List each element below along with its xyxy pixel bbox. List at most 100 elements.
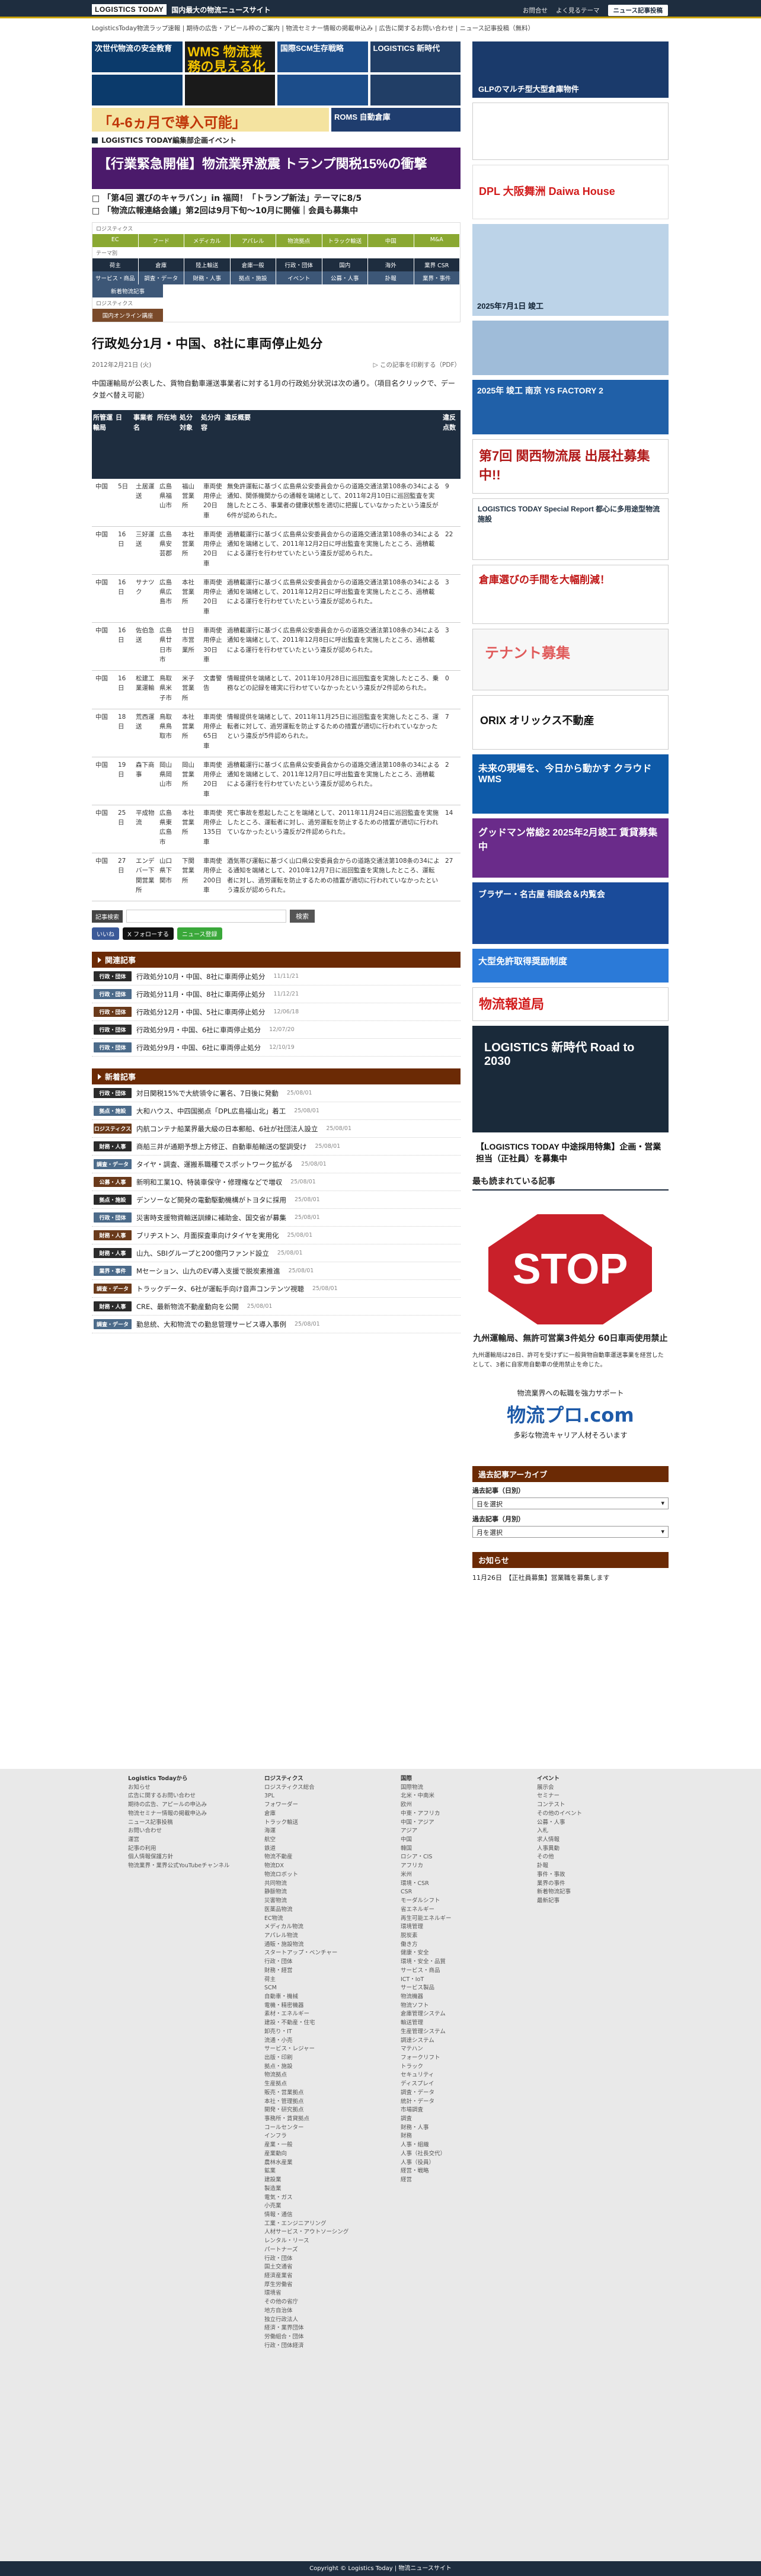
list-item[interactable]: 行政・団体 行政処分9月・中国、6社に車両停止処分 12/10/19 [92,1039,461,1057]
list-item[interactable]: 財務・人事 ブリヂストン、月面探査車向けタイヤを実用化 25/08/01 [92,1227,461,1245]
list-item-title[interactable]: CRE、最新物流不動産動向を公開 [136,1302,239,1311]
list-item[interactable]: 調査・データ トラックデータ、6社が運転手向け音声コンテンツ視聴 25/08/01 [92,1280,461,1298]
footer-link[interactable]: 静脈物流 [264,1888,368,1897]
category-link[interactable]: 荷主 [92,258,139,271]
footer-link[interactable]: アフリカ [401,1862,504,1871]
footer-link[interactable]: 物流ソフト [401,2002,504,2011]
category-link[interactable]: アパレル [231,234,276,247]
table-column-header[interactable]: 違反概要 [223,409,442,479]
category-link[interactable]: 訃報 [368,271,414,284]
footer-link[interactable]: 環境・CSR [401,1880,504,1889]
sidebar-banner-tenant[interactable]: テナント募集 [472,629,669,690]
footer-link[interactable]: 個人情報保護方針 [128,1853,232,1862]
list-item-title[interactable]: 行政処分9月・中国、6社に車両停止処分 [136,1025,261,1035]
banner-promo-event[interactable]: 【行業緊急開催】物流業界激震 トランプ関税15%の衝撃 [92,148,461,189]
sidebar-banner-recruit[interactable]: 【LOGISTICS TODAY 中途採用特集】企画・営業担当（正社員）を募集中 [472,1137,669,1170]
footer-link[interactable]: 調査・データ [401,2089,504,2098]
footer-link[interactable]: 米州 [401,1871,504,1880]
list-item-title[interactable]: 勤怠統、大和物流での勤怠管理サービス導入事例 [136,1320,286,1329]
sidebar-banner-glp[interactable]: GLPのマルチ型大型倉庫物件 [472,41,669,98]
footer-link[interactable]: 輸送管理 [401,2019,504,2028]
footer-link[interactable]: CSR [401,1888,504,1897]
footer-link[interactable]: 荷主 [264,1976,368,1985]
footer-link[interactable]: 物流業界・業界公式YouTubeチャンネル [128,1862,232,1871]
footer-link[interactable]: 鉱業 [264,2167,368,2176]
sidebar-banner-building-1[interactable]: 2025年7月1日 竣工 [472,224,669,316]
footer-link[interactable]: ニュース記事投稿 [128,1819,232,1828]
print-link[interactable]: ▷ この記事を印刷する（PDF） [373,360,461,369]
footer-link[interactable]: 市場調査 [401,2106,504,2115]
x-follow-button[interactable]: X フォローする [123,927,174,940]
contact-link[interactable]: お問合せ [523,6,548,15]
footer-link[interactable]: インフラ [264,2132,368,2141]
footer-link[interactable]: 物流DX [264,1862,368,1871]
category-link[interactable]: 業界・事件 [414,271,460,284]
archive-day-select[interactable]: 日を選択 ▾ [472,1497,669,1509]
footer-link[interactable]: レンタル・リース [264,2237,368,2246]
footer-link[interactable]: 経済・業界団体 [264,2324,368,2333]
footer-link[interactable]: 出版・印刷 [264,2054,368,2063]
footer-link[interactable]: 環境省 [264,2289,368,2298]
event-headline[interactable]: □ 「第4回 選びのキャラバン」in 福岡！「トランプ新法」テーマに8/5 [92,193,461,205]
list-item-title[interactable]: トラックデータ、6社が運転手向け音声コンテンツ視聴 [136,1284,304,1294]
footer-link[interactable]: 物流ロボット [264,1871,368,1880]
category-link[interactable]: 倉庫 [139,258,184,271]
sidebar-banner-new-era[interactable]: LOGISTICS 新時代 Road to 2030 [472,1026,669,1132]
list-item[interactable]: 拠点・施設 大和ハウス、中四国拠点「DPL広島福山北」着工 25/08/01 [92,1102,461,1121]
footer-link[interactable]: 人事（社長交代） [401,2150,504,2159]
footer-link[interactable]: 物流セミナー情報の掲載申込み [128,1810,232,1819]
footer-link[interactable]: SCM [264,1984,368,1993]
table-column-header[interactable]: 事業者名 [132,409,156,479]
footer-link[interactable]: 自動車・機械 [264,1993,368,2002]
list-item[interactable]: 財務・人事 CRE、最新物流不動産動向を公開 25/08/01 [92,1298,461,1316]
footer-link[interactable]: 調査 [401,2115,504,2124]
banner-wms-2[interactable] [184,75,275,105]
footer-link[interactable]: コンテスト [537,1801,641,1810]
stop-sign-image[interactable]: STOP [488,1214,652,1324]
list-item-title[interactable]: Mセーション、山九のEV導入支援で脱炭素推進 [136,1266,280,1276]
footer-link[interactable]: 入札 [537,1827,641,1836]
list-item[interactable]: 行政・団体 行政処分11月・中国、8社に車両停止処分 11/12/21 [92,985,461,1004]
table-column-header[interactable]: 処分対象 [178,409,200,479]
footer-link[interactable]: イベント [537,1775,641,1784]
footer-link[interactable]: サービス製品 [401,1984,504,1993]
sidebar-banner-cloud-wms[interactable]: 未来の現場を、今日から動かす クラウドWMS [472,754,669,814]
footer-link[interactable]: 欧州 [401,1801,504,1810]
footer-link[interactable]: 展示会 [537,1784,641,1793]
footer-link[interactable]: 訃報 [537,1862,641,1871]
footer-link[interactable]: 人事・組織 [401,2141,504,2150]
footer-link[interactable]: 中東・アフリカ [401,1810,504,1819]
table-column-header[interactable]: 違反点数 [442,409,461,479]
category-link[interactable]: 国内オンライン講座 [92,309,164,322]
footer-link[interactable]: 記事の利用 [128,1845,232,1854]
footer-link[interactable]: フォークリフト [401,2054,504,2063]
list-item[interactable]: 行政・団体 行政処分10月・中国、8社に車両停止処分 11/11/21 [92,968,461,986]
footer-link[interactable]: 農林水産業 [264,2159,368,2168]
list-item-title[interactable]: 対日関税15%で大統領令に署名、7日後に発動 [136,1089,279,1098]
footer-link[interactable]: サービス・レジャー [264,2045,368,2054]
sidebar-banner-brother[interactable]: ブラザー・名古屋 相談会＆内覧会 [472,882,669,944]
search-button[interactable]: 検索 [290,910,315,923]
footer-link[interactable]: ロシア・CIS [401,1853,504,1862]
footer-link[interactable]: 販売・営業拠点 [264,2089,368,2098]
footer-link[interactable]: その他のイベント [537,1810,641,1819]
footer-link[interactable]: トラック輸送 [264,1819,368,1828]
list-item-title[interactable]: ブリヂストン、月面探査車向けタイヤを実用化 [136,1231,279,1240]
footer-link[interactable]: セキュリティ [401,2071,504,2080]
list-item-title[interactable]: 新明和工業1Q、特装車保守・修理権などで増収 [136,1177,282,1187]
sidebar-banner-orix[interactable]: ORIX オリックス不動産 [472,695,669,750]
footer-link[interactable]: 通販・施設物流 [264,1941,368,1950]
footer-link[interactable]: コールセンター [264,2124,368,2133]
category-link[interactable]: M&A [414,234,460,247]
footer-link[interactable]: 本社・管理拠点 [264,2098,368,2107]
footer-link[interactable]: 健康・安全 [401,1949,504,1958]
footer-link[interactable]: 生産拠点 [264,2080,368,2089]
footer-link[interactable]: 財務・経営 [264,1967,368,1976]
footer-link[interactable]: 素材・エネルギー [264,2010,368,2019]
footer-link[interactable]: 人材サービス・アウトソーシング [264,2228,368,2237]
notice-item[interactable]: 11月26日 【正社員募集】営業職を募集します [472,1573,669,1582]
sidebar-banner-building-2[interactable] [472,321,669,375]
footer-link[interactable]: 再生可能エネルギー [401,1915,504,1924]
list-item[interactable]: 公募・人事 新明和工業1Q、特装車保守・修理権などで増収 25/08/01 [92,1173,461,1192]
category-link[interactable]: EC [92,234,139,247]
